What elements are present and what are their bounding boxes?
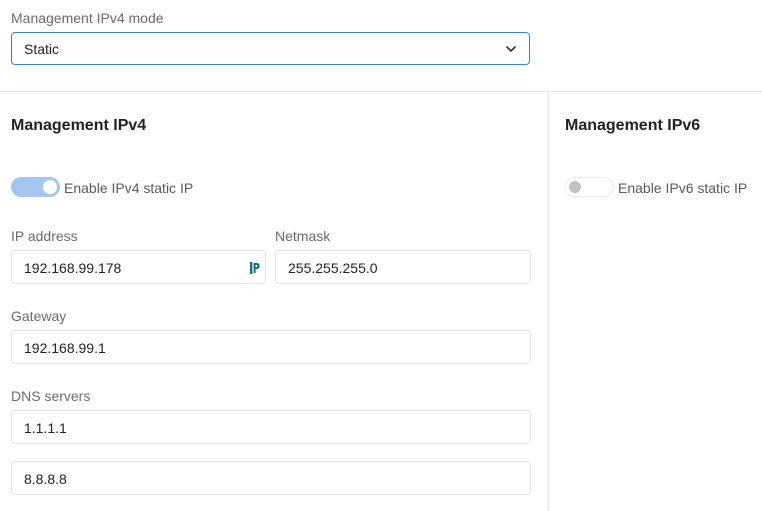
- ipv4-static-toggle[interactable]: [11, 177, 60, 197]
- dns-server-value-1: 1.1.1.1: [24, 420, 67, 436]
- ipv4-toggle-label: Enable IPv4 static IP: [64, 180, 194, 196]
- toggle-knob: [569, 181, 581, 193]
- dns-server-field-1[interactable]: 1.1.1.1: [11, 410, 531, 444]
- ipv4-mode-value: Static: [24, 41, 60, 57]
- toggle-knob: [43, 180, 57, 194]
- ipv6-toggle-label: Enable IPv6 static IP: [618, 180, 748, 196]
- ip-address-value: 192.168.99.178: [24, 260, 122, 276]
- password-manager-icon[interactable]: [249, 261, 261, 275]
- dns-servers-label: DNS servers: [11, 388, 91, 404]
- ipv6-static-toggle[interactable]: [565, 177, 614, 197]
- column-divider: [548, 92, 549, 511]
- ipv4-section-title: Management IPv4: [11, 117, 147, 134]
- ipv4-mode-select[interactable]: Static: [11, 32, 530, 65]
- ip-address-label: IP address: [11, 228, 78, 244]
- dns-server-field-2[interactable]: 8.8.8.8: [11, 461, 531, 495]
- gateway-value: 192.168.99.1: [24, 340, 106, 356]
- ipv6-section-title: Management IPv6: [565, 117, 701, 134]
- gateway-field[interactable]: 192.168.99.1: [11, 330, 531, 364]
- netmask-value: 255.255.255.0: [288, 260, 378, 276]
- ip-address-field[interactable]: 192.168.99.178: [11, 250, 266, 284]
- mode-label: Management IPv4 mode: [11, 10, 164, 26]
- netmask-label: Netmask: [275, 228, 331, 244]
- section-divider: [0, 91, 762, 92]
- dns-server-value-2: 8.8.8.8: [24, 471, 67, 487]
- netmask-field[interactable]: 255.255.255.0: [275, 250, 531, 284]
- gateway-label: Gateway: [11, 308, 67, 324]
- chevron-down-icon: [506, 46, 516, 52]
